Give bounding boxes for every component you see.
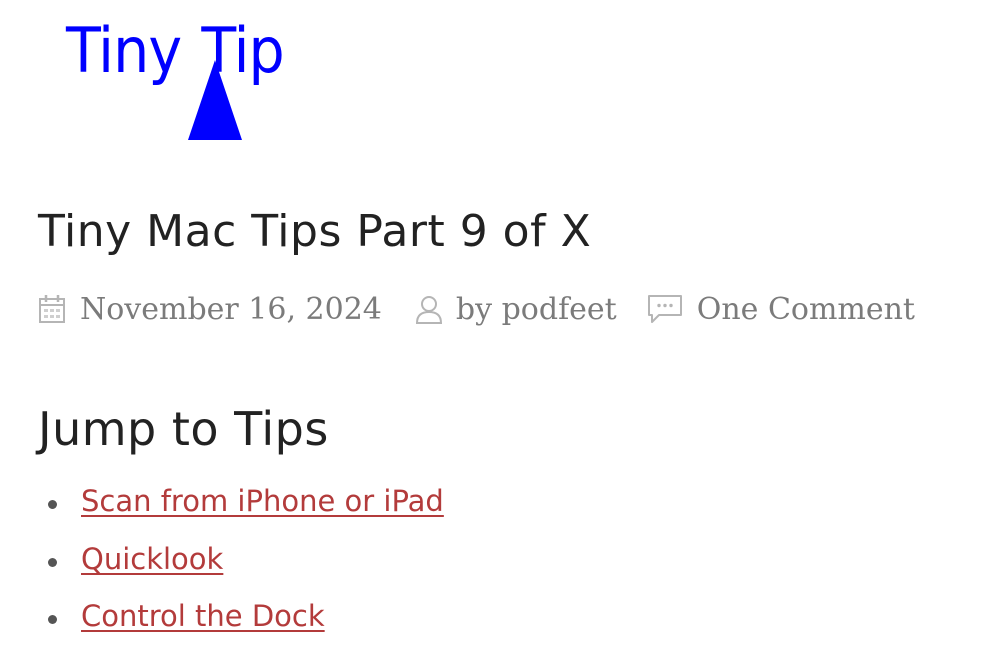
author-prefix: by bbox=[455, 291, 502, 327]
tip-link-scan[interactable]: Scan from iPhone or iPad bbox=[81, 484, 444, 518]
logo-text-left: Tiny bbox=[66, 14, 182, 87]
post-comments[interactable]: One Comment bbox=[647, 292, 915, 327]
bullet-icon bbox=[48, 500, 57, 509]
logo-wordmark: Tiny Tip bbox=[66, 20, 285, 82]
bullet-icon bbox=[48, 615, 57, 624]
author-link[interactable]: podfeet bbox=[502, 292, 617, 327]
comment-icon bbox=[647, 294, 683, 324]
post-author: by podfeet bbox=[414, 292, 617, 327]
tip-link-quicklook[interactable]: Quicklook bbox=[81, 542, 223, 576]
post-meta: November 16, 2024 by podfeet One Comment bbox=[38, 286, 915, 332]
user-icon bbox=[414, 294, 444, 324]
post-date: November 16, 2024 bbox=[38, 292, 382, 327]
post-title: Tiny Mac Tips Part 9 of X bbox=[38, 206, 592, 257]
site-logo[interactable]: Tiny Tip bbox=[66, 20, 316, 144]
post-date-text: November 16, 2024 bbox=[80, 291, 382, 327]
logo-triangle-icon bbox=[188, 60, 242, 140]
comments-link[interactable]: One Comment bbox=[697, 292, 915, 327]
tip-link-dock[interactable]: Control the Dock bbox=[81, 599, 325, 633]
jump-to-tips-heading: Jump to Tips bbox=[38, 402, 329, 456]
calendar-icon bbox=[38, 294, 66, 324]
bullet-icon bbox=[48, 557, 57, 567]
